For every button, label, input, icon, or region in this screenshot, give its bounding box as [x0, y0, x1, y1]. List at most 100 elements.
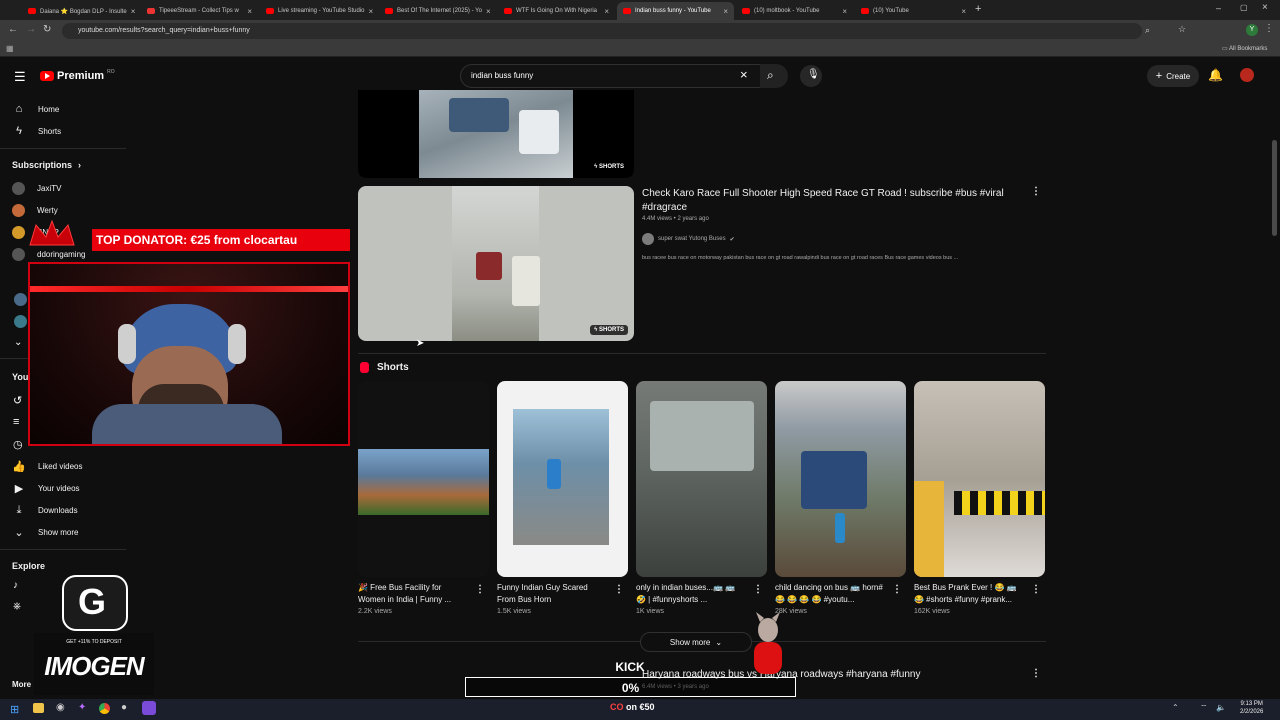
app-icon[interactable]: ✦ — [78, 702, 86, 713]
create-label: Create — [1166, 71, 1191, 81]
tray-chevron-icon[interactable]: ⌃ — [1172, 703, 1179, 712]
back-icon[interactable]: ← — [8, 24, 18, 35]
more-actions-icon[interactable]: ⋮ — [753, 584, 763, 595]
close-tab-icon[interactable]: × — [961, 7, 966, 16]
sidebar-item-liked-videos[interactable]: 👍 Liked videos — [12, 459, 82, 473]
playlists-icon[interactable]: ≡ — [13, 416, 19, 428]
volume-icon[interactable]: 🔈 — [1216, 703, 1226, 712]
close-tab-icon[interactable]: × — [486, 7, 491, 16]
browser-tab-active[interactable]: Indian buss funny - YouTube × — [617, 2, 734, 20]
short-thumbnail[interactable] — [775, 381, 906, 577]
minimize-icon[interactable]: – — [1216, 3, 1221, 13]
more-actions-icon[interactable]: ⋮ — [475, 584, 485, 595]
chevron-down-icon[interactable]: ⌄ — [14, 337, 22, 348]
bookmark-star-icon[interactable]: ☆ — [1178, 24, 1186, 35]
browser-tab[interactable]: (10) YouTube × — [855, 2, 972, 20]
sub-name: JaxiTV — [37, 184, 62, 193]
avatar[interactable] — [14, 315, 27, 328]
forward-icon[interactable]: → — [26, 24, 36, 35]
browser-tab[interactable]: Best Of The Internet (2025) - Yo × — [379, 2, 496, 20]
sidebar-sub-item[interactable]: Werty — [12, 204, 58, 217]
subscriptions-header[interactable]: Subscriptions › — [12, 160, 81, 170]
page-scrollbar-thumb[interactable] — [1272, 140, 1277, 236]
more-actions-icon[interactable]: ⋮ — [1031, 584, 1041, 595]
browser-tab[interactable]: (10) moltbook - YouTube × — [736, 2, 853, 20]
chevron-down-icon: ⌄ — [715, 637, 723, 647]
gaming-icon[interactable]: ⎈ — [13, 601, 21, 612]
music-icon[interactable]: ♪ — [13, 580, 18, 591]
close-tab-icon[interactable]: × — [723, 7, 728, 16]
sidebar-item-shorts[interactable]: ϟ Shorts — [12, 124, 61, 138]
voice-search-button[interactable]: 🎙 — [800, 65, 822, 87]
sidebar-sub-item[interactable]: ddoringaming — [12, 248, 85, 261]
all-bookmarks-link[interactable]: ▭ All Bookmarks — [1222, 45, 1267, 52]
video-thumbnail[interactable]: ϟ SHORTS — [358, 90, 634, 178]
short-thumbnail[interactable] — [358, 381, 489, 577]
video-title[interactable]: Check Karo Race Full Shooter High Speed … — [642, 187, 1012, 215]
short-title[interactable]: child dancing on bus 🚌 horn# 😂 😂 😂 😂 #yo… — [775, 582, 885, 606]
close-tab-icon[interactable]: × — [604, 7, 609, 16]
search-input[interactable]: indian buss funny — [460, 64, 764, 88]
sidebar-sub-item[interactable]: JaxiTV — [12, 182, 61, 195]
account-avatar[interactable] — [1240, 68, 1254, 82]
close-tab-icon[interactable]: × — [131, 7, 136, 16]
more-actions-icon[interactable]: ⋮ — [1031, 668, 1041, 679]
close-tab-icon[interactable]: × — [369, 7, 374, 16]
short-thumbnail[interactable] — [497, 381, 628, 577]
watch-later-icon[interactable]: ◷ — [13, 438, 23, 451]
browser-menu-icon[interactable]: ⋮ — [1264, 23, 1274, 34]
maximize-icon[interactable]: ▢ — [1240, 3, 1248, 12]
short-title[interactable]: 🎉 Free Bus Facility for Women in India |… — [358, 582, 468, 606]
menu-hamburger-icon[interactable]: ☰ — [14, 69, 26, 85]
browser-tab[interactable]: Daiana ⭐ Bogdan DLP - Insulte × — [22, 2, 139, 20]
avatar[interactable] — [14, 293, 27, 306]
short-title[interactable]: Funny Indian Guy Scared From Bus Horn — [497, 582, 607, 606]
system-clock[interactable]: 9:13 PM 2/2/2026 — [1240, 700, 1263, 716]
youtube-play-icon — [40, 71, 54, 81]
wifi-icon[interactable]: ⌔ — [1200, 703, 1208, 713]
browser-tab[interactable]: TipeeeStream - Collect Tips w × — [141, 2, 258, 20]
short-thumbnail[interactable] — [636, 381, 767, 577]
notifications-bell-icon[interactable]: 🔔 — [1208, 68, 1223, 82]
tab-label: WTF Is Going On With Nigeria — [516, 8, 598, 14]
more-actions-icon[interactable]: ⋮ — [614, 584, 624, 595]
windows-start-icon[interactable]: ⊞ — [10, 703, 19, 716]
browser-tab[interactable]: WTF Is Going On With Nigeria × — [498, 2, 615, 20]
steam-icon[interactable]: ◉ — [56, 702, 65, 713]
more-actions-icon[interactable]: ⋮ — [892, 584, 902, 595]
sidebar-item-home[interactable]: ⌂ Home — [12, 102, 60, 116]
youtube-favicon-icon — [385, 8, 393, 14]
sidebar-item-show-more[interactable]: ⌄ Show more — [12, 525, 78, 539]
chrome-icon[interactable] — [99, 703, 110, 714]
history-icon[interactable]: ↺ — [13, 394, 22, 407]
close-tab-icon[interactable]: × — [842, 7, 847, 16]
reload-icon[interactable]: ↻ — [43, 24, 51, 35]
create-button[interactable]: + Create — [1147, 65, 1199, 87]
obs-icon[interactable]: ● — [121, 702, 127, 713]
close-tab-icon[interactable]: × — [247, 7, 252, 16]
video-thumbnail[interactable]: ϟ SHORTS — [358, 186, 634, 341]
channel-link[interactable]: super swat Yutong Buses ✔ — [642, 233, 735, 245]
new-tab-icon[interactable]: + — [975, 3, 981, 15]
search-button[interactable]: ⌕ — [760, 64, 788, 88]
profile-avatar[interactable]: Y — [1246, 24, 1258, 36]
sidebar-item-your-videos[interactable]: ▶ Your videos — [12, 481, 80, 495]
zoom-icon[interactable]: ⌕ — [1145, 25, 1150, 36]
apps-icon[interactable]: ▦ — [6, 44, 14, 53]
shorts-badge: ϟ SHORTS — [590, 162, 628, 172]
youtube-logo[interactable]: Premium RO — [40, 69, 115, 82]
clear-search-icon[interactable]: × — [740, 67, 748, 82]
file-explorer-icon[interactable] — [33, 703, 44, 713]
discord-icon[interactable] — [142, 701, 156, 715]
short-title[interactable]: only in indian buses...🚌 🚌 🤣 | #funnysho… — [636, 582, 746, 606]
close-window-icon[interactable]: × — [1262, 2, 1268, 13]
short-thumbnail[interactable] — [914, 381, 1045, 577]
show-more-button[interactable]: Show more ⌄ — [640, 632, 752, 652]
short-title[interactable]: Best Bus Prank Ever ! 😂 🚌 😂 #shorts #fun… — [914, 582, 1024, 606]
url-field[interactable]: youtube.com/results?search_query=indian+… — [62, 23, 1142, 39]
address-bar-row: ← → ↻ youtube.com/results?search_query=i… — [0, 20, 1280, 42]
more-actions-icon[interactable]: ⋮ — [1031, 186, 1041, 197]
browser-tab[interactable]: Live streaming - YouTube Studio × — [260, 2, 377, 20]
you-section-header[interactable]: You — [12, 372, 28, 382]
sidebar-item-downloads[interactable]: ⤓ Downloads — [12, 503, 78, 517]
